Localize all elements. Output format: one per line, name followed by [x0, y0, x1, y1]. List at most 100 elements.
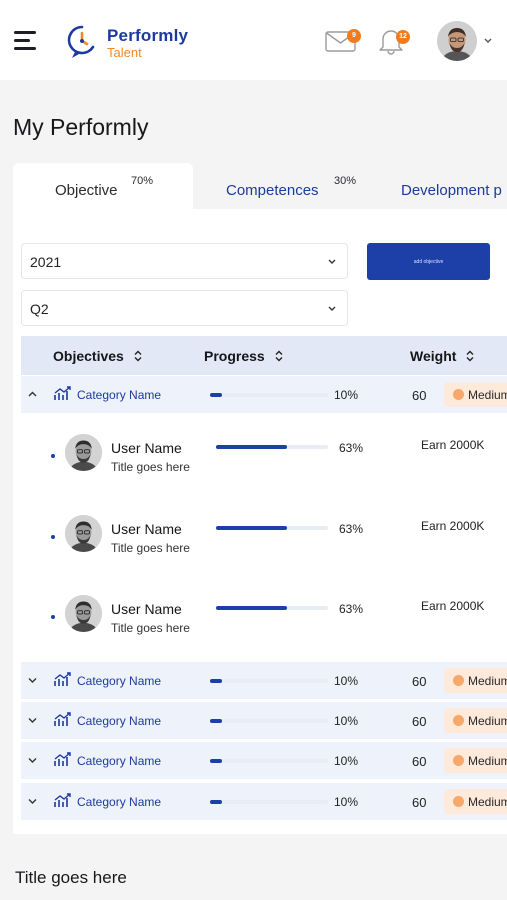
- profile-avatar[interactable]: [437, 21, 477, 61]
- priority-badge: Medium: [444, 382, 507, 407]
- progress-percent: 10%: [334, 795, 359, 809]
- member-row[interactable]: User Name Title goes here 63% Earn 2000K: [21, 419, 507, 499]
- category-row[interactable]: Category Name 10% 60 Medium: [21, 783, 507, 820]
- quarter-value: Q2: [30, 301, 49, 317]
- category-name: Category Name: [77, 674, 162, 688]
- mail-badge: 9: [347, 29, 361, 43]
- chevron-down-icon[interactable]: [27, 715, 38, 725]
- avatar: [65, 595, 102, 632]
- progress-bar: [216, 445, 328, 449]
- add-objective-button[interactable]: add objective: [367, 243, 490, 280]
- weight-value: 60: [412, 388, 427, 403]
- priority-badge: Medium: [444, 748, 507, 773]
- column-weight[interactable]: Weight: [410, 348, 474, 364]
- chevron-up-icon[interactable]: [27, 389, 38, 399]
- user-title: Title goes here: [111, 621, 190, 635]
- tab-label: Competences: [226, 182, 319, 199]
- chevron-down-icon: [328, 259, 336, 264]
- progress-fill: [210, 393, 222, 397]
- progress-bar: [216, 526, 328, 530]
- tab-development[interactable]: Development p: [401, 163, 507, 209]
- chevron-down-icon[interactable]: [27, 755, 38, 765]
- category-row[interactable]: Category Name 10% 60 Medium: [21, 702, 507, 739]
- quarter-select[interactable]: Q2: [21, 290, 348, 326]
- category-name: Category Name: [77, 714, 162, 728]
- avatar-image: [65, 434, 102, 471]
- chevron-down-icon[interactable]: [27, 796, 38, 806]
- progress-fill: [210, 679, 222, 683]
- tab-objective[interactable]: Objective 70%: [13, 163, 193, 209]
- priority-dot: [453, 796, 464, 807]
- progress-percent: 10%: [334, 674, 359, 688]
- progress-percent: 10%: [334, 714, 359, 728]
- chevron-down-icon[interactable]: [27, 675, 38, 685]
- priority-label: Medium: [468, 674, 507, 688]
- progress-percent: 10%: [334, 754, 359, 768]
- member-row[interactable]: User Name Title goes here 63% Earn 2000K: [21, 580, 507, 660]
- priority-label: Medium: [468, 714, 507, 728]
- progress-fill: [216, 526, 287, 530]
- priority-dot: [453, 389, 464, 400]
- avatar-image: [437, 21, 477, 61]
- priority-label: Medium: [468, 754, 507, 768]
- sort-icon: [275, 350, 283, 362]
- weight-value: 60: [412, 795, 427, 810]
- avatar: [65, 515, 102, 552]
- column-label: Weight: [410, 348, 457, 364]
- progress-fill: [210, 800, 222, 804]
- category-row[interactable]: Category Name 10% 60 Medium: [21, 376, 507, 413]
- year-value: 2021: [30, 254, 62, 270]
- user-title: Title goes here: [111, 460, 190, 474]
- priority-label: Medium: [468, 388, 507, 402]
- priority-badge: Medium: [444, 708, 507, 733]
- bullet: [51, 615, 55, 619]
- trend-chart-icon: [54, 712, 71, 726]
- priority-badge: Medium: [444, 789, 507, 814]
- logo-icon: [67, 25, 95, 58]
- chevron-down-icon: [328, 306, 336, 311]
- trend-chart-icon: [54, 752, 71, 766]
- notifications-button[interactable]: 12: [378, 27, 410, 55]
- year-select[interactable]: 2021: [21, 243, 348, 279]
- avatar: [65, 434, 102, 471]
- brand-name: Performly: [107, 26, 189, 45]
- weight-value: 60: [412, 754, 427, 769]
- progress-fill: [210, 719, 222, 723]
- sort-icon: [134, 350, 142, 362]
- mail-button[interactable]: 9: [325, 29, 361, 53]
- bullet: [51, 535, 55, 539]
- progress-bar: [210, 800, 328, 804]
- notifications-badge: 12: [396, 30, 410, 44]
- progress-percent: 63%: [339, 522, 364, 536]
- column-progress[interactable]: Progress: [204, 348, 283, 364]
- column-objectives[interactable]: Objectives: [53, 348, 142, 364]
- weight-value: 60: [412, 674, 427, 689]
- section-title: Title goes here: [15, 868, 127, 887]
- reward-text: Earn 2000K: [421, 519, 485, 533]
- tab-percent: 30%: [334, 175, 357, 187]
- category-row[interactable]: Category Name 10% 60 Medium: [21, 662, 507, 699]
- trend-chart-icon: [54, 386, 71, 400]
- progress-percent: 10%: [334, 388, 359, 402]
- progress-fill: [216, 606, 287, 610]
- chevron-down-icon[interactable]: [483, 35, 493, 45]
- progress-bar: [210, 759, 328, 763]
- category-name: Category Name: [77, 795, 162, 809]
- tab-competences[interactable]: Competences 30%: [226, 163, 366, 209]
- objectives-panel: 2021 Q2 add objective Objectives Progres…: [13, 209, 507, 834]
- member-row[interactable]: User Name Title goes here 63% Earn 2000K: [21, 500, 507, 580]
- page-title: My Performly: [13, 114, 149, 140]
- category-row[interactable]: Category Name 10% 60 Medium: [21, 742, 507, 779]
- avatar-image: [65, 515, 102, 552]
- priority-dot: [453, 715, 464, 726]
- category-name: Category Name: [77, 388, 162, 402]
- reward-text: Earn 2000K: [421, 599, 485, 613]
- app-header: Performly Talent 9 12: [0, 0, 507, 80]
- tab-percent: 70%: [131, 175, 154, 187]
- user-title: Title goes here: [111, 541, 190, 555]
- reward-text: Earn 2000K: [421, 438, 485, 452]
- user-name: User Name: [111, 521, 182, 537]
- menu-icon[interactable]: [14, 31, 38, 53]
- column-label: Objectives: [53, 348, 124, 364]
- priority-dot: [453, 755, 464, 766]
